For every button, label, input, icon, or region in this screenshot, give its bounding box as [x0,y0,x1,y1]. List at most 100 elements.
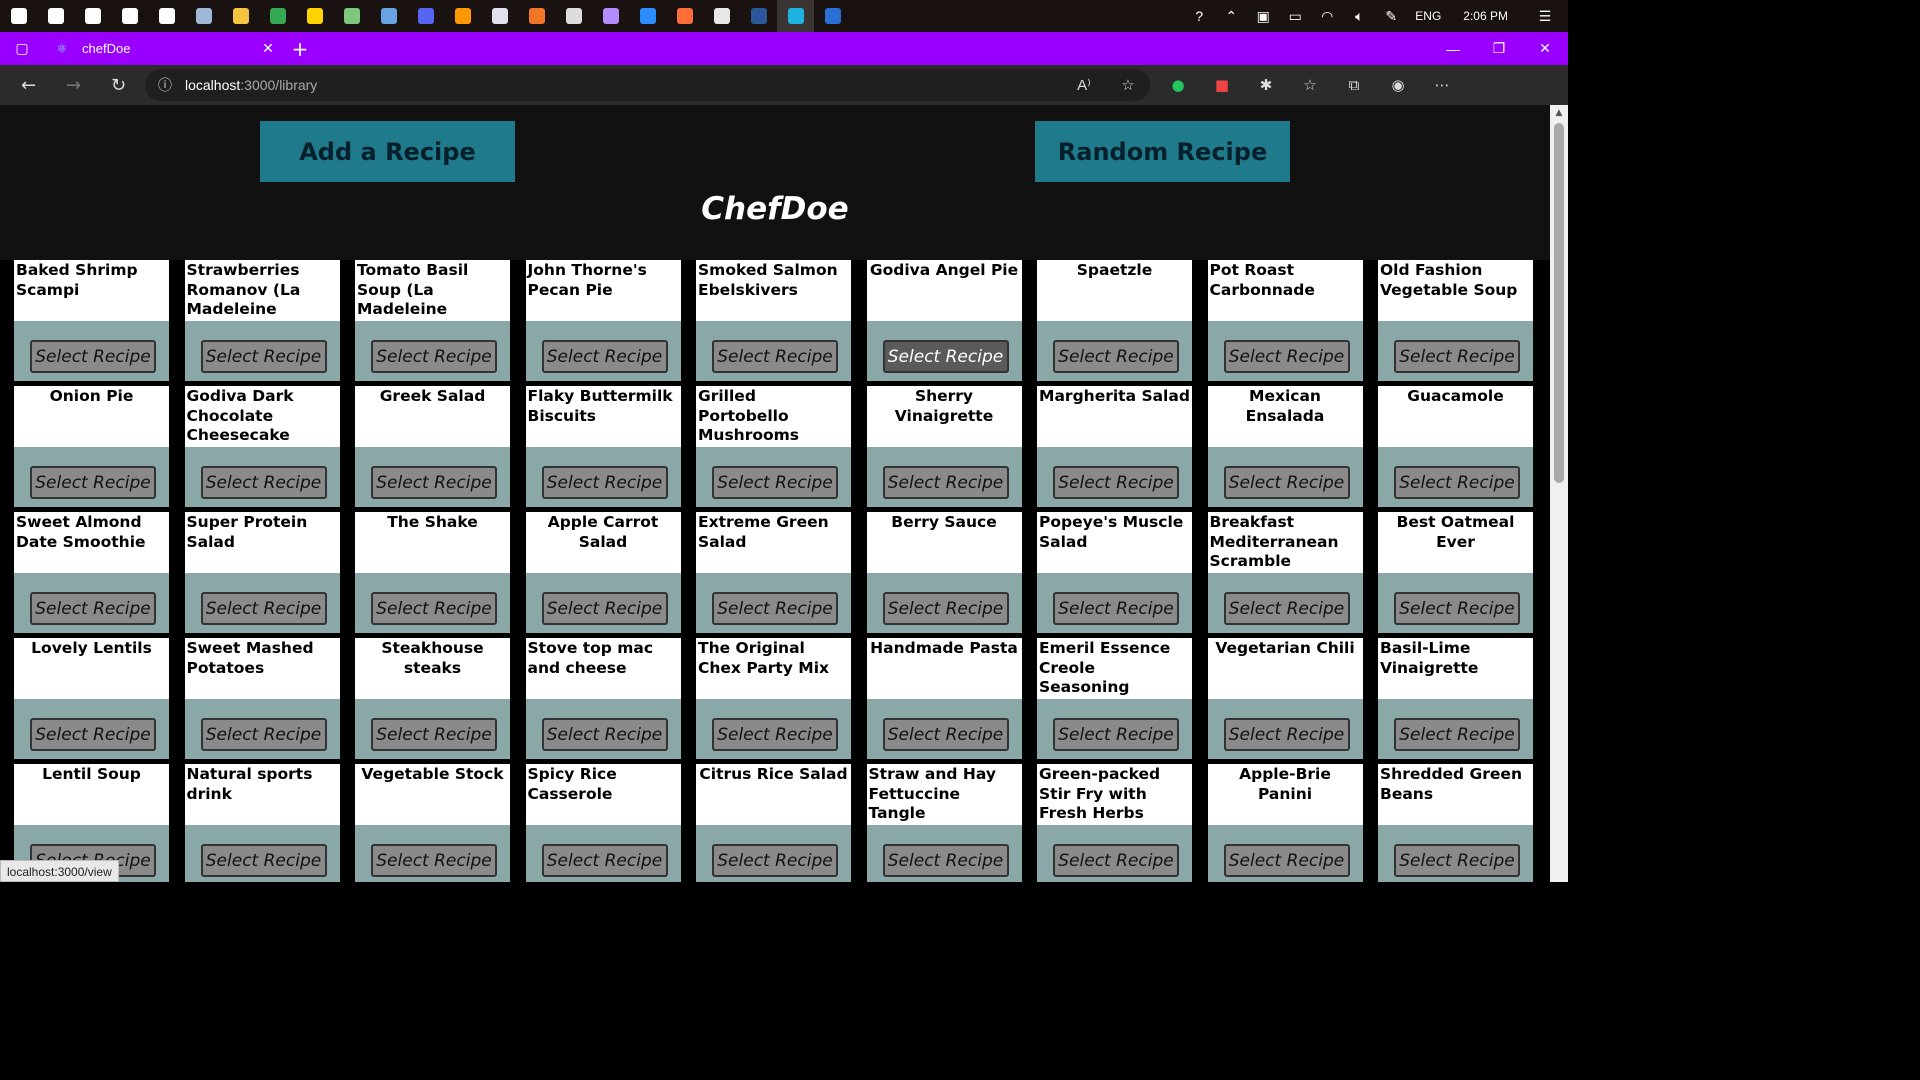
select-recipe-button[interactable]: Select Recipe [1053,718,1179,751]
select-recipe-button[interactable]: Select Recipe [541,340,668,373]
zoom-icon[interactable] [629,0,666,32]
battery-icon[interactable]: ▭ [1279,0,1311,32]
wifi-icon[interactable]: ◠ [1311,0,1343,32]
select-recipe-button[interactable]: Select Recipe [541,844,668,877]
postman-icon[interactable] [481,0,518,32]
sticky-notes-icon[interactable] [296,0,333,32]
select-recipe-button[interactable]: Select Recipe [541,718,668,751]
read-aloud-icon[interactable]: A⁾ [1062,65,1106,105]
extensions-icon[interactable]: ✱ [1244,65,1288,105]
volume-icon[interactable]: 🔈︎ [1343,0,1375,32]
select-recipe-button[interactable]: Select Recipe [1394,592,1520,625]
select-recipe-button[interactable]: Select Recipe [200,466,327,499]
azure-icon[interactable] [370,0,407,32]
minimize-button[interactable]: — [1430,32,1476,65]
back-button[interactable]: ← [6,65,51,105]
tab-chefdoe[interactable]: ⚛ chefDoe ✕ [44,32,284,65]
file-explorer-icon[interactable] [222,0,259,32]
select-recipe-button[interactable]: Select Recipe [882,718,1009,751]
select-recipe-button[interactable]: Select Recipe [882,844,1009,877]
task-view-icon[interactable] [111,0,148,32]
select-recipe-button[interactable]: Select Recipe [1223,340,1350,373]
sublime-icon[interactable] [444,0,481,32]
select-recipe-button[interactable]: Select Recipe [882,592,1009,625]
notifications-icon[interactable]: ☰ [1522,0,1568,32]
select-recipe-button[interactable]: Select Recipe [1053,466,1179,499]
checkmark-extension-icon[interactable]: ● [1156,65,1200,105]
info-icon[interactable]: ⓘ [145,75,185,95]
select-recipe-button[interactable]: Select Recipe [30,718,156,751]
add-favorite-icon[interactable]: ☆ [1106,65,1150,105]
tab-actions-icon[interactable]: ▢ [0,32,44,65]
pen-icon[interactable]: ✎ [1375,0,1407,32]
screen-icon[interactable]: ▣ [1247,0,1279,32]
photos-icon[interactable] [185,0,222,32]
select-recipe-button[interactable]: Select Recipe [1394,466,1520,499]
firefox-dev-icon[interactable] [666,0,703,32]
select-recipe-button[interactable]: Select Recipe [1223,718,1350,751]
add-recipe-button[interactable]: Add a Recipe [260,121,515,182]
select-recipe-button[interactable]: Select Recipe [200,592,327,625]
select-recipe-button[interactable]: Select Recipe [371,718,497,751]
select-recipe-button[interactable]: Select Recipe [1394,844,1520,877]
jupyter-icon[interactable] [518,0,555,32]
windows-start-icon[interactable] [0,0,37,32]
select-recipe-button[interactable]: Select Recipe [200,340,327,373]
select-recipe-button[interactable]: Select Recipe [882,340,1009,373]
cortana-icon[interactable] [74,0,111,32]
random-recipe-button[interactable]: Random Recipe [1035,121,1290,182]
select-recipe-button[interactable]: Select Recipe [1053,340,1179,373]
select-recipe-button[interactable]: Select Recipe [712,844,838,877]
collections-icon[interactable]: ⧉ [1332,65,1376,105]
select-recipe-button[interactable]: Select Recipe [371,340,497,373]
select-recipe-button[interactable]: Select Recipe [371,844,497,877]
select-recipe-button[interactable]: Select Recipe [1223,466,1350,499]
close-window-button[interactable]: ✕ [1522,32,1568,65]
restore-button[interactable]: ❐ [1476,32,1522,65]
select-recipe-button[interactable]: Select Recipe [1394,718,1520,751]
refresh-button[interactable]: ↻ [96,65,141,105]
help-icon[interactable]: ? [1183,0,1215,32]
page-scrollbar[interactable]: ▲ [1550,105,1568,882]
new-tab-button[interactable]: + [284,37,316,61]
github-icon[interactable] [592,0,629,32]
chevron-up-icon[interactable]: ⌃ [1215,0,1247,32]
select-recipe-button[interactable]: Select Recipe [1223,592,1350,625]
word-icon[interactable] [740,0,777,32]
search-icon[interactable] [37,0,74,32]
select-recipe-button[interactable]: Select Recipe [371,466,497,499]
edge-icon[interactable] [777,0,814,32]
notepad-icon[interactable] [333,0,370,32]
select-recipe-button[interactable]: Select Recipe [30,340,156,373]
more-menu-icon[interactable]: ⋯ [1420,65,1464,105]
clock[interactable]: 2:06 PM [1449,9,1522,23]
select-recipe-button[interactable]: Select Recipe [1394,340,1520,373]
select-recipe-button[interactable]: Select Recipe [200,844,327,877]
select-recipe-button[interactable]: Select Recipe [712,718,838,751]
scrollbar-thumb[interactable] [1554,123,1564,483]
select-recipe-button[interactable]: Select Recipe [30,466,156,499]
select-recipe-button[interactable]: Select Recipe [1053,844,1179,877]
select-recipe-button[interactable]: Select Recipe [30,592,156,625]
network-icon[interactable] [555,0,592,32]
select-recipe-button[interactable]: Select Recipe [712,340,838,373]
favorites-icon[interactable]: ☆ [1288,65,1332,105]
select-recipe-button[interactable]: Select Recipe [541,466,668,499]
profile-avatar[interactable]: ◉ [1376,65,1420,105]
select-recipe-button[interactable]: Select Recipe [712,592,838,625]
scroll-up-icon[interactable]: ▲ [1550,105,1568,121]
select-recipe-button[interactable]: Select Recipe [200,718,327,751]
forward-button[interactable]: → [51,65,96,105]
select-recipe-button[interactable]: Select Recipe [541,592,668,625]
powershell-icon[interactable] [814,0,851,32]
language-indicator[interactable]: ENG [1407,9,1449,23]
select-recipe-button[interactable]: Select Recipe [712,466,838,499]
mysql-icon[interactable] [703,0,740,32]
select-recipe-button[interactable]: Select Recipe [1223,844,1350,877]
chrome-icon[interactable] [259,0,296,32]
discord-icon[interactable] [407,0,444,32]
select-recipe-button[interactable]: Select Recipe [371,592,497,625]
select-recipe-button[interactable]: Select Recipe [1053,592,1179,625]
red-extension-icon[interactable]: ■ [1200,65,1244,105]
settings-gear-icon[interactable] [148,0,185,32]
